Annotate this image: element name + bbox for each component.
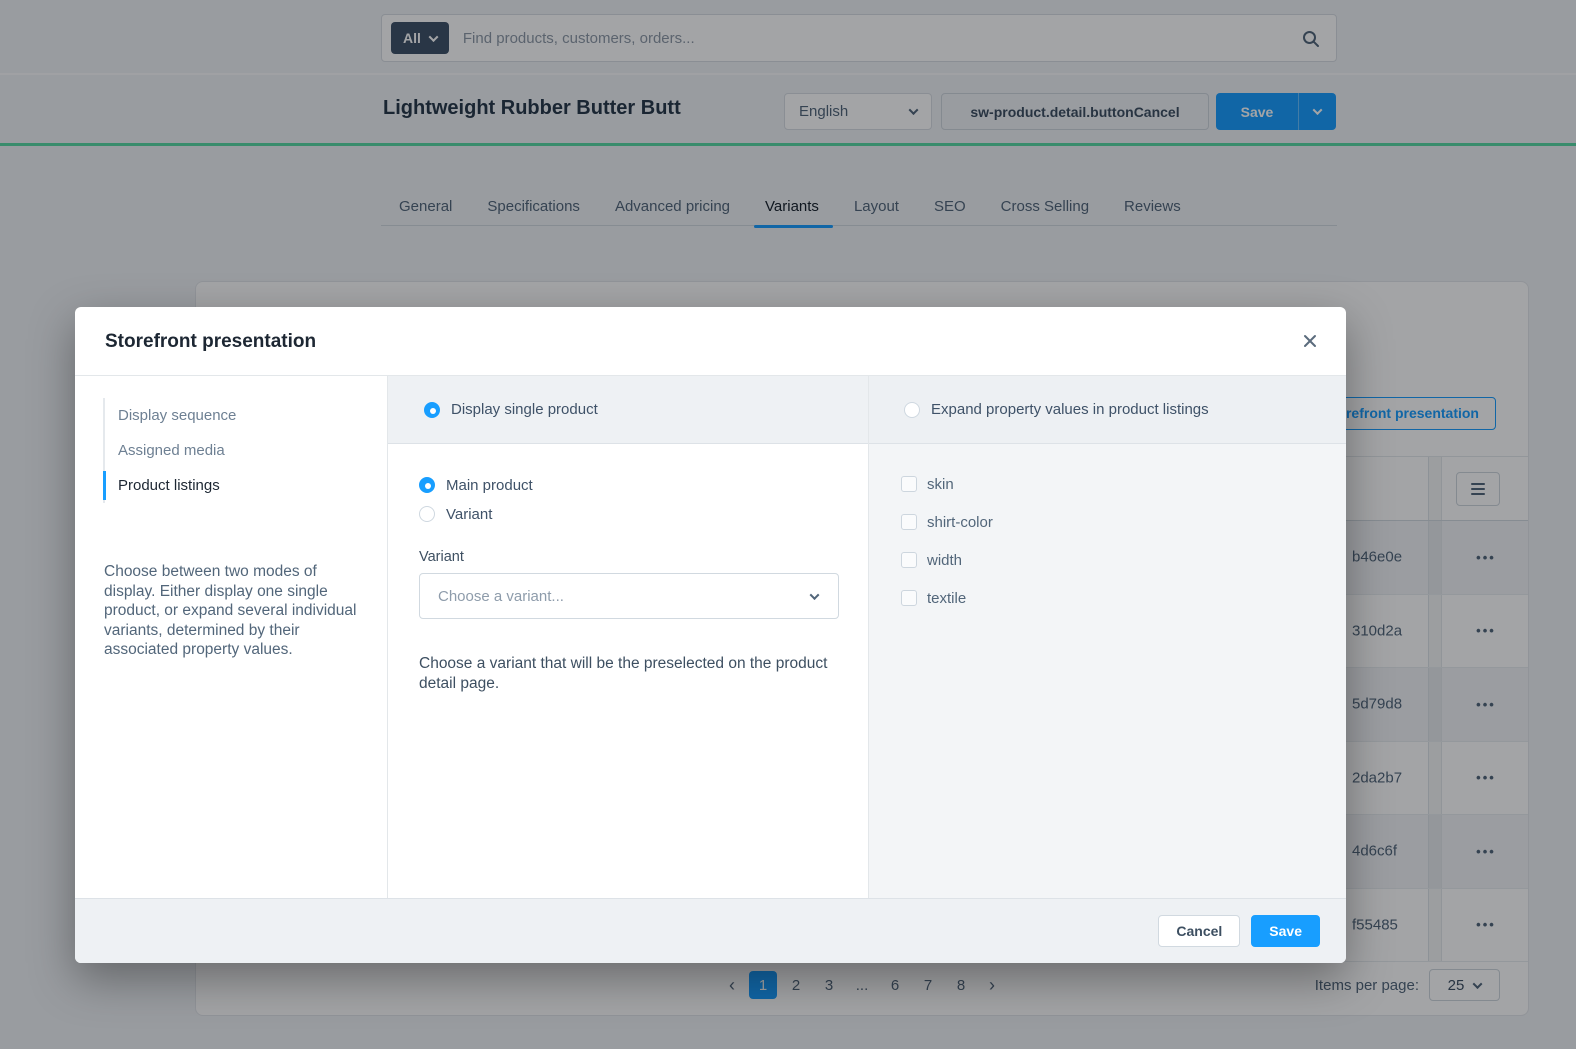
radio-label: Display single product xyxy=(451,401,598,418)
checkbox-label: skin xyxy=(927,476,954,493)
sidebar-item-product-listings[interactable]: Product listings xyxy=(105,468,359,503)
radio-label: Expand property values in product listin… xyxy=(931,401,1209,418)
checkbox-width[interactable] xyxy=(901,552,917,568)
checkbox-label: shirt-color xyxy=(927,514,993,531)
property-row-shirt-color[interactable]: shirt-color xyxy=(901,512,1346,532)
variant-select-placeholder: Choose a variant... xyxy=(438,588,564,605)
variant-select[interactable]: Choose a variant... xyxy=(419,573,839,619)
modal-body: Display sequence Assigned media Product … xyxy=(75,375,1346,898)
storefront-presentation-modal: Storefront presentation Display sequence… xyxy=(75,307,1346,963)
modal-title: Storefront presentation xyxy=(105,331,316,353)
modal-cancel-button[interactable]: Cancel xyxy=(1158,915,1240,947)
radio-label: Main product xyxy=(446,477,533,494)
modal-footer: Cancel Save xyxy=(75,898,1346,963)
property-row-width[interactable]: width xyxy=(901,550,1346,570)
modal-header: Storefront presentation xyxy=(75,307,1346,375)
radio-label: Variant xyxy=(446,506,492,523)
mode-description: Choose between two modes of display. Eit… xyxy=(104,562,368,660)
sidebar-item-assigned-media[interactable]: Assigned media xyxy=(105,433,359,468)
checkbox-skin[interactable] xyxy=(901,476,917,492)
modal-nav: Display sequence Assigned media Product … xyxy=(103,398,359,503)
radio-row-variant[interactable]: Variant xyxy=(419,504,868,524)
expand-properties-panel: Expand property values in product listin… xyxy=(868,376,1346,898)
radio-main-product[interactable] xyxy=(419,477,435,493)
modal-sidebar: Display sequence Assigned media Product … xyxy=(75,376,387,898)
radio-variant[interactable] xyxy=(419,506,435,522)
chevron-down-icon xyxy=(810,590,820,600)
checkbox-textile[interactable] xyxy=(901,590,917,606)
radio-expand-property-values[interactable] xyxy=(904,402,920,418)
expand-mode-header: Expand property values in product listin… xyxy=(869,376,1346,444)
variant-helper-text: Choose a variant that will be the presel… xyxy=(419,654,831,693)
single-product-options: Main product Variant Variant Choose a va… xyxy=(388,444,868,693)
property-row-textile[interactable]: textile xyxy=(901,588,1346,608)
close-icon[interactable] xyxy=(1302,333,1318,349)
single-product-panel: Display single product Main product Vari… xyxy=(387,376,868,898)
sidebar-item-display-sequence[interactable]: Display sequence xyxy=(105,398,359,433)
radio-row-main-product[interactable]: Main product xyxy=(419,475,868,495)
property-checkbox-list: skin shirt-color width textile xyxy=(869,444,1346,608)
checkbox-shirt-color[interactable] xyxy=(901,514,917,530)
modal-save-button[interactable]: Save xyxy=(1251,915,1320,947)
variant-field-label: Variant xyxy=(419,549,868,565)
property-row-skin[interactable]: skin xyxy=(901,474,1346,494)
checkbox-label: textile xyxy=(927,590,966,607)
checkbox-label: width xyxy=(927,552,962,569)
single-product-mode-header: Display single product xyxy=(388,376,868,444)
radio-display-single-product[interactable] xyxy=(424,402,440,418)
